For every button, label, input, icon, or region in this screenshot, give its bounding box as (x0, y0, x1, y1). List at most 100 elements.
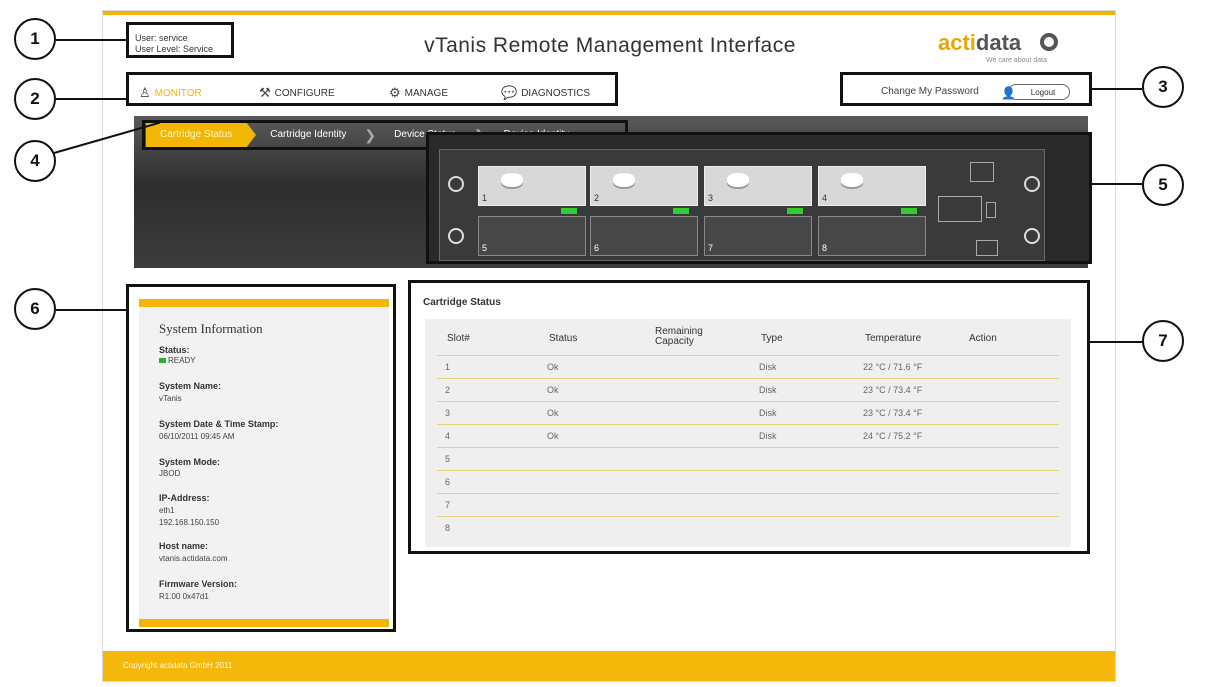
drive-slot-7[interactable]: 7 (704, 216, 812, 256)
top-accent-bar (103, 11, 1115, 15)
system-info-title: System Information (159, 321, 263, 336)
port-icon (976, 240, 998, 256)
nav-configure[interactable]: ⚒ CONFIGURE (259, 85, 335, 101)
device-panel: 1 2 3 4 5 6 7 8 (426, 132, 1092, 264)
column-header: Type (761, 333, 783, 344)
drive-slot-3[interactable]: 3 (704, 166, 812, 214)
slot-number: 7 (708, 243, 714, 253)
logout-button[interactable]: 👤 Logout (1001, 84, 1070, 100)
device-banner: Cartridge Status Cartridge Identity ❯ De… (134, 116, 1092, 268)
copyright-text: Copyright actidata GmbH 2011 (123, 661, 233, 670)
column-header: Remaining Capacity (655, 326, 703, 347)
cell-slot: 6 (445, 477, 451, 487)
cell-slot: 1 (445, 362, 451, 372)
column-header: Status (549, 333, 578, 344)
firmware-label: Firmware Version: (159, 579, 238, 589)
slot-number: 1 (482, 193, 488, 203)
cell-slot: 4 (445, 431, 451, 441)
slot-led (787, 208, 803, 214)
callout-3: 3 (1142, 66, 1184, 108)
column-header: Slot# (447, 333, 470, 344)
cell-type: Disk (759, 408, 777, 418)
cell-slot: 3 (445, 408, 451, 418)
rack-knob-icon (448, 176, 464, 192)
date-value: 06/10/2011 09:45 AM (159, 432, 235, 441)
column-header: Action (969, 333, 997, 344)
drive-slot-6[interactable]: 6 (590, 216, 698, 256)
nav-manage[interactable]: ⚙ MANAGE (389, 85, 448, 101)
cell-status: Ok (547, 431, 559, 441)
slot-number: 3 (708, 193, 714, 203)
ip-interface: eth1 (159, 506, 175, 515)
cell-slot: 7 (445, 500, 451, 510)
callout-line (56, 309, 128, 311)
nav-monitor[interactable]: ♙ MONITOR (139, 85, 202, 101)
nav-configure-label: CONFIGURE (274, 87, 335, 99)
cell-slot: 5 (445, 454, 451, 464)
table-row: 1 Ok Disk 22 °C / 71.6 °F (437, 355, 1059, 378)
logo-text-a: acti (938, 30, 976, 55)
nav-monitor-label: MONITOR (154, 87, 202, 99)
nav-diagnostics[interactable]: 💬 DIAGNOSTICS (501, 85, 590, 101)
rack-knob-icon (1024, 228, 1040, 244)
cell-status: Ok (547, 385, 559, 395)
host-label: Host name: (159, 541, 209, 551)
disk-icon (841, 173, 863, 187)
nav-manage-label: MANAGE (404, 87, 448, 99)
firmware-value: R1.00 0x47d1 (159, 592, 209, 601)
change-password-link[interactable]: Change My Password (881, 86, 979, 97)
display-icon (938, 196, 982, 222)
ip-value: 192.168.150.150 (159, 518, 220, 527)
cell-type: Disk (759, 431, 777, 441)
logo-text-b: data (975, 30, 1022, 55)
drive-slot-8[interactable]: 8 (818, 216, 926, 256)
date-label: System Date & Time Stamp: (159, 419, 279, 429)
network-icon: ⚙ (389, 85, 401, 100)
table-row: 6 (437, 470, 1059, 493)
chat-icon: 💬 (501, 85, 518, 100)
callout-4: 4 (14, 140, 56, 182)
drive-slot-1[interactable]: 1 (478, 166, 586, 214)
disk-icon (727, 173, 749, 187)
system-info-card: System Information Status: READY System … (139, 299, 389, 627)
slot-led (901, 208, 917, 214)
callout-line (56, 39, 126, 41)
logo-icon (1040, 33, 1058, 51)
status-value-text: READY (168, 356, 196, 365)
logo-tagline: We care about data (986, 57, 1047, 64)
status-value: READY (159, 356, 196, 365)
footer: Copyright actidata GmbH 2011 (103, 651, 1115, 681)
slot-number: 6 (594, 243, 600, 253)
drive-slot-2[interactable]: 2 (590, 166, 698, 214)
nav-diagnostics-label: DIAGNOSTICS (521, 87, 591, 99)
callout-line (1090, 183, 1142, 185)
drive-slot-4[interactable]: 4 (818, 166, 926, 214)
table-row: 4 Ok Disk 24 °C / 75.2 °F (437, 424, 1059, 447)
port-icon (970, 162, 994, 182)
cell-slot: 2 (445, 385, 451, 395)
wrench-icon: ⚒ (259, 85, 271, 100)
callout-line (1090, 88, 1142, 90)
status-ok-icon (159, 358, 166, 363)
host-value: vtanis.actidata.com (159, 554, 228, 563)
slot-number: 4 (822, 193, 828, 203)
table-row: 5 (437, 447, 1059, 470)
table-row: 7 (437, 493, 1059, 516)
user-icon: 👤 (1001, 86, 1016, 100)
cell-slot: 8 (445, 523, 451, 533)
ip-label: IP-Address: (159, 493, 210, 503)
callout-line (56, 98, 126, 100)
slot-led (673, 208, 689, 214)
cell-temp: 23 °C / 73.4 °F (863, 385, 923, 395)
cell-temp: 24 °C / 75.2 °F (863, 431, 923, 441)
callout-1: 1 (14, 18, 56, 60)
slot-number: 2 (594, 193, 600, 203)
callout-7: 7 (1142, 320, 1184, 362)
drive-slot-5[interactable]: 5 (478, 216, 586, 256)
callout-6: 6 (14, 288, 56, 330)
cell-temp: 23 °C / 73.4 °F (863, 408, 923, 418)
cartridge-table: Slot# Status Remaining Capacity Type Tem… (425, 319, 1071, 547)
account-area: Change My Password 👤 Logout (840, 72, 1092, 106)
device-chassis: 1 2 3 4 5 6 7 8 (439, 149, 1045, 261)
slot-led (561, 208, 577, 214)
